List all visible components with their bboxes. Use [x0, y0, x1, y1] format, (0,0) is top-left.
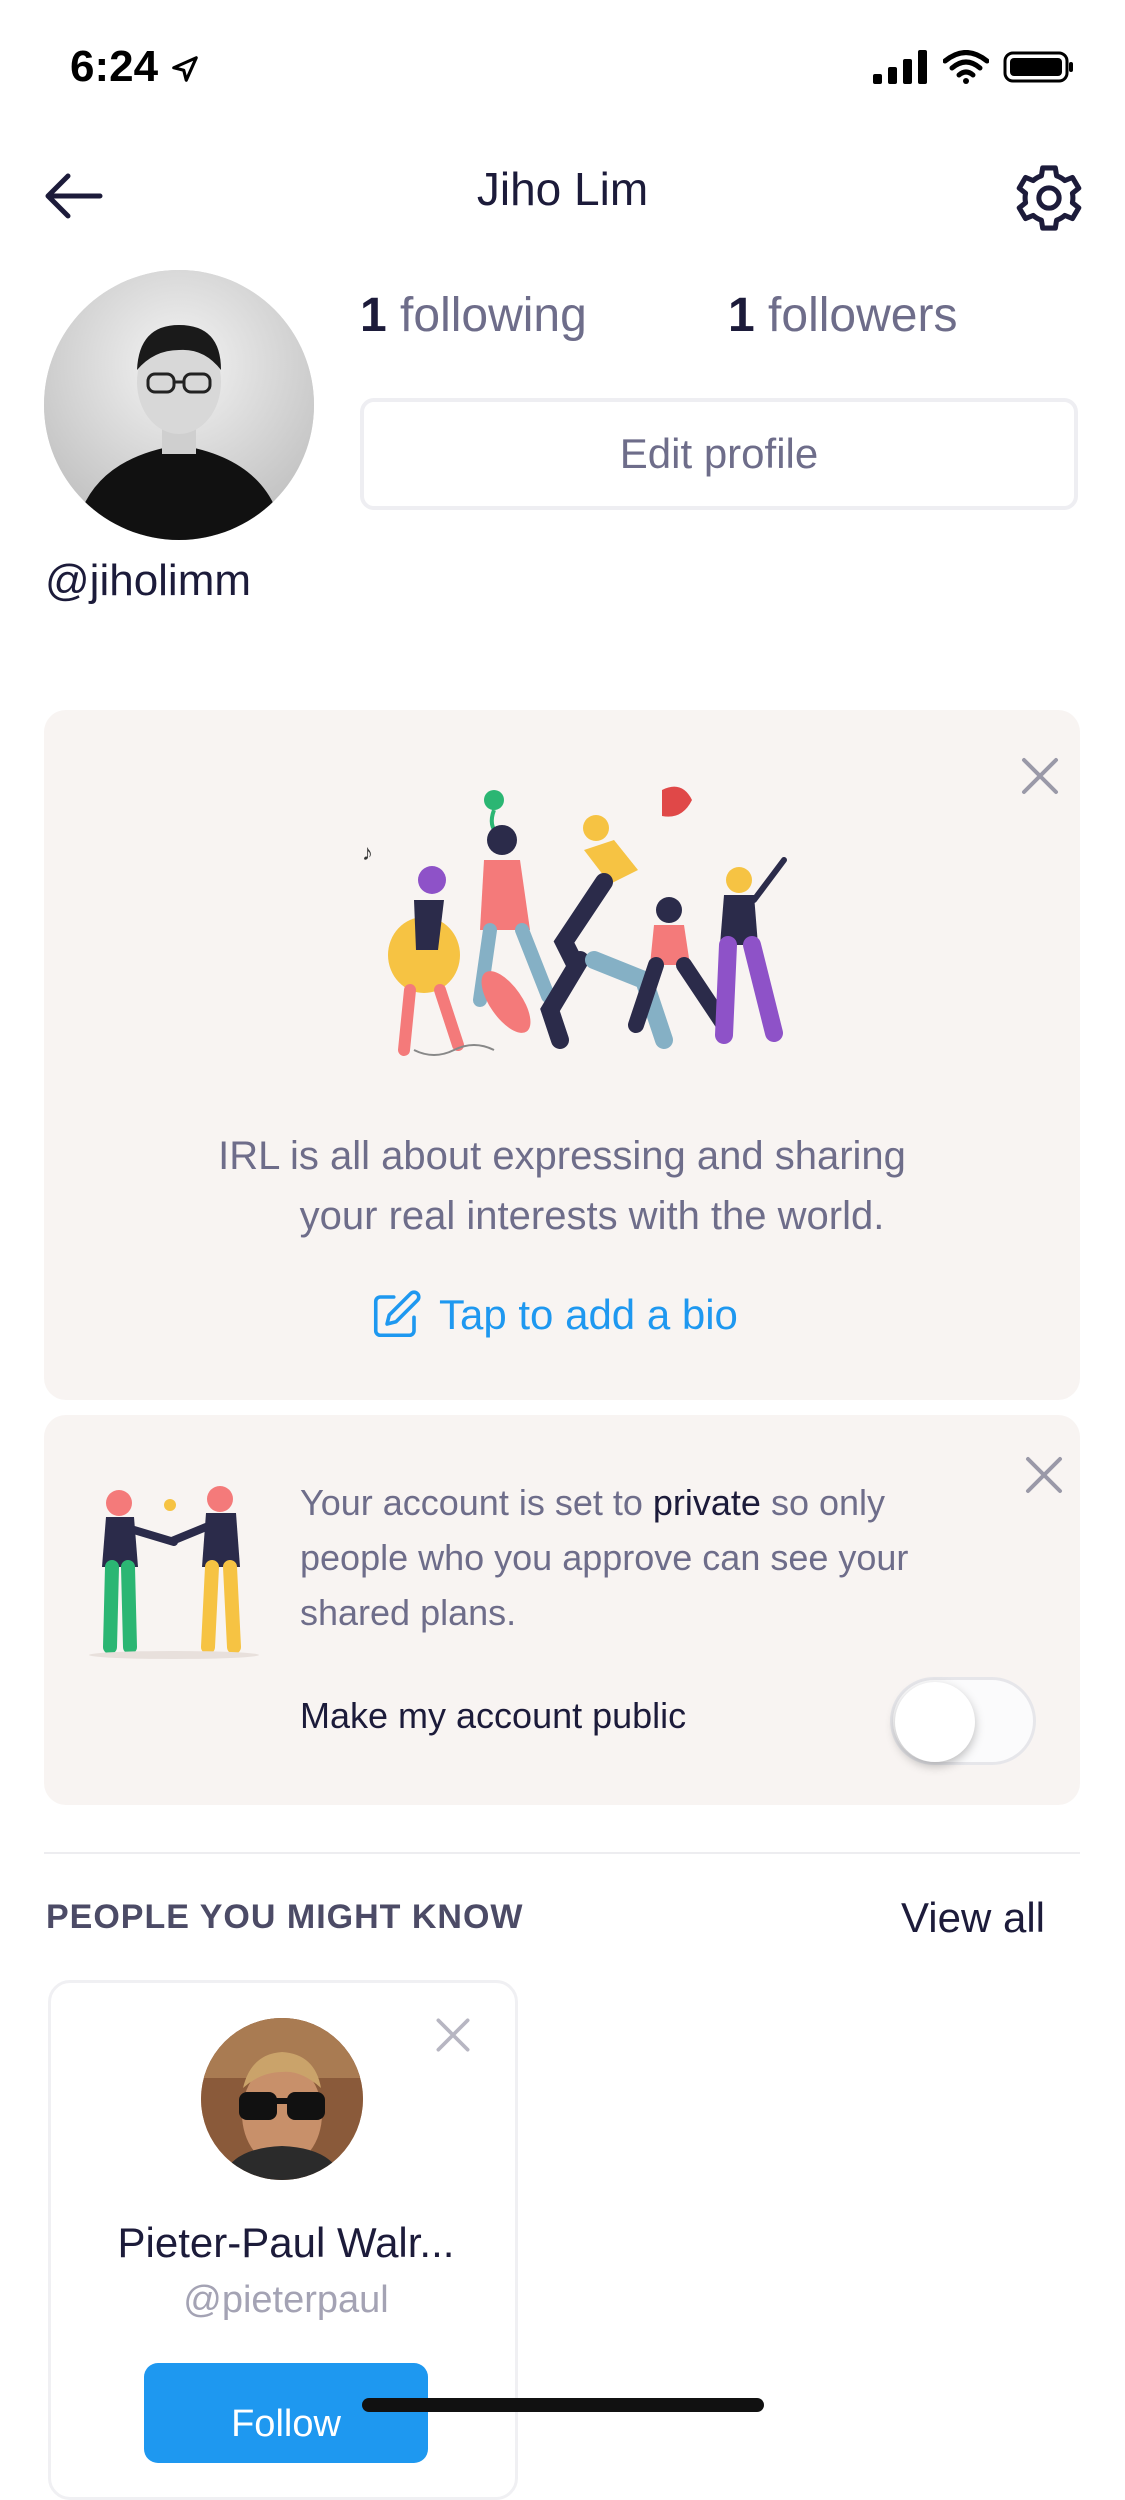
make-public-toggle[interactable] — [890, 1677, 1036, 1765]
profile-avatar[interactable] — [44, 270, 314, 540]
close-icon — [1022, 758, 1058, 794]
handshake-illustration — [89, 1486, 259, 1659]
following-count: 1 — [360, 289, 387, 342]
suggested-person-photo — [201, 2018, 363, 2180]
suggested-person-card[interactable]: Pieter-Paul Walr... @pieterpaul Follow — [48, 1980, 518, 2500]
edit-icon — [373, 1290, 421, 1338]
add-bio-label: Tap to add a bio — [439, 1291, 738, 1338]
bio-card: ♪ IRL is all about expressing and sharin… — [44, 710, 1080, 1400]
followers-stat[interactable]: 1 followers — [728, 288, 957, 343]
following-label: following — [400, 289, 587, 342]
settings-button[interactable] — [1011, 160, 1087, 236]
wifi-icon — [943, 50, 989, 84]
bio-prompt-line-1: IRL is all about expressing and sharing — [218, 1134, 906, 1178]
toggle-knob — [895, 1682, 975, 1762]
location-arrow-icon — [172, 56, 199, 83]
status-time: 6:24 — [70, 42, 200, 92]
private-account-card: Your account is set to private so only p… — [44, 1415, 1080, 1805]
page-title: Jiho Lim — [476, 163, 649, 215]
suggested-person-avatar — [201, 2018, 363, 2180]
private-account-message: Your account is set to private so only p… — [300, 1482, 909, 1633]
close-icon — [1026, 1457, 1062, 1493]
dismiss-suggestion-button[interactable] — [431, 2013, 479, 2061]
gear-icon — [1016, 165, 1082, 231]
svg-text:♪: ♪ — [362, 840, 373, 865]
suggestions-section-title: PEOPLE YOU MIGHT KNOW — [46, 1898, 524, 1936]
add-bio-button[interactable]: Tap to add a bio — [369, 1288, 738, 1342]
suggested-person-name: Pieter-Paul Walr... — [117, 2219, 455, 2266]
profile-photo — [44, 270, 314, 540]
followers-label: followers — [768, 289, 958, 342]
edit-profile-button[interactable]: Edit profile — [360, 398, 1078, 510]
followers-count: 1 — [728, 289, 755, 342]
private-card-close-button[interactable] — [1020, 1451, 1068, 1499]
bio-prompt-text: IRL is all about expressing and sharing … — [44, 1126, 1080, 1246]
make-public-label: Make my account public — [300, 1695, 687, 1736]
divider — [44, 1852, 1080, 1854]
bio-card-close-button[interactable] — [1016, 752, 1064, 800]
profile-handle: @jiholimm — [45, 556, 252, 605]
suggested-person-handle: @pieterpaul — [183, 2279, 389, 2321]
home-indicator[interactable] — [362, 2398, 764, 2412]
view-all-link[interactable]: View all — [901, 1894, 1045, 1942]
follow-button[interactable]: Follow — [144, 2363, 428, 2463]
dancing-people-illustration: ♪ — [362, 786, 787, 1056]
private-keyword: private — [652, 1482, 761, 1523]
cellular-signal-icon — [873, 50, 927, 84]
following-stat[interactable]: 1 following — [360, 288, 587, 343]
bio-prompt-line-2: your real interests with the world. — [299, 1194, 885, 1238]
battery-icon — [1003, 51, 1073, 83]
close-icon — [436, 2018, 470, 2052]
follow-label: Follow — [231, 2403, 341, 2445]
status-icons — [873, 50, 1075, 84]
